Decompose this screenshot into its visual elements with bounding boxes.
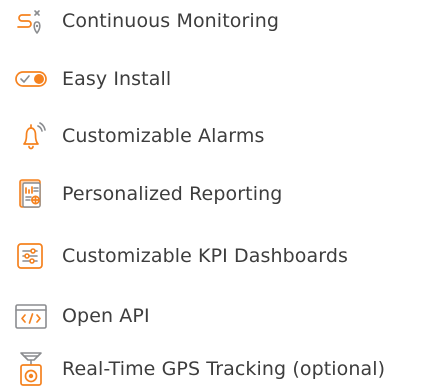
route-monitoring-icon (14, 3, 54, 39)
feature-item-kpi-dashboards: Customizable KPI Dashboards (0, 238, 423, 274)
feature-item-easy-install: Easy Install (0, 61, 423, 97)
feature-item-personalized-reporting: Personalized Reporting (0, 176, 423, 212)
feature-label: Personalized Reporting (62, 183, 283, 205)
bell-alarm-icon (14, 118, 54, 154)
feature-label: Continuous Monitoring (62, 10, 280, 32)
feature-item-open-api: Open API (0, 298, 423, 334)
feature-label: Real-Time GPS Tracking (optional) (62, 358, 386, 380)
code-window-icon (14, 298, 54, 334)
feature-label: Easy Install (62, 68, 172, 90)
toggle-check-icon (14, 61, 54, 97)
feature-item-customizable-alarms: Customizable Alarms (0, 118, 423, 154)
feature-label: Open API (62, 305, 150, 327)
feature-item-continuous-monitoring: Continuous Monitoring (0, 3, 423, 39)
gps-tracker-icon (14, 351, 54, 387)
feature-item-gps-tracking: Real-Time GPS Tracking (optional) (0, 351, 423, 387)
feature-label: Customizable KPI Dashboards (62, 245, 348, 267)
sliders-dashboard-icon (14, 238, 54, 274)
report-document-icon (14, 176, 54, 212)
feature-label: Customizable Alarms (62, 125, 265, 147)
